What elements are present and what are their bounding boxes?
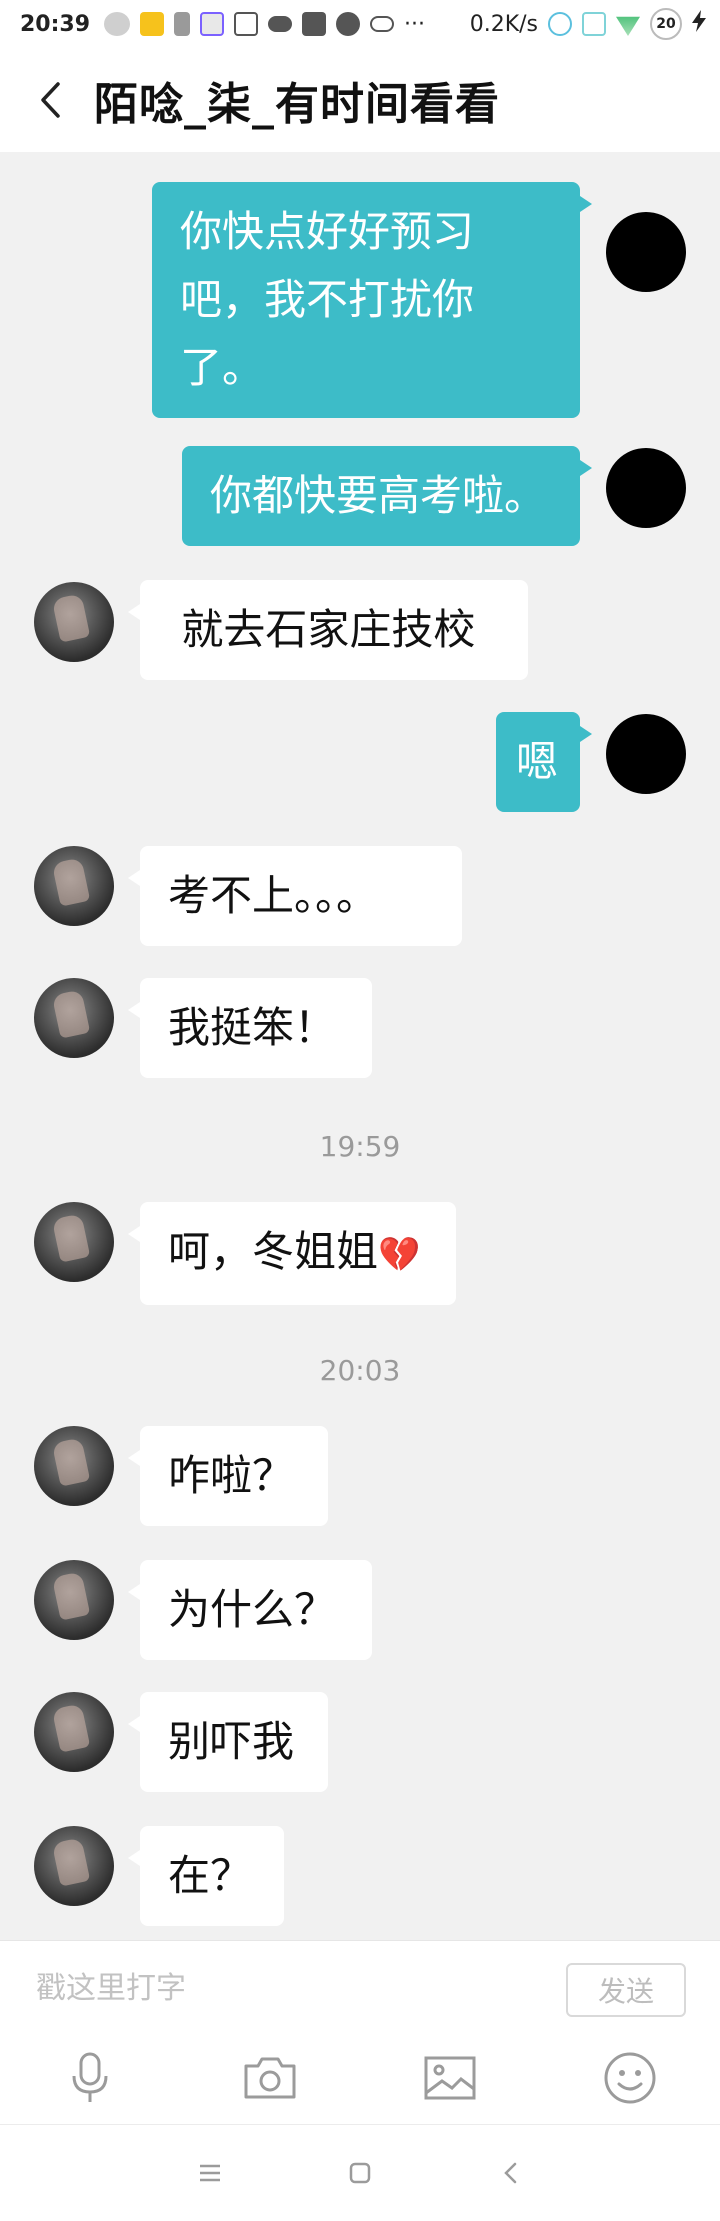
timestamp: 20:03 xyxy=(319,1354,401,1387)
archive-icon xyxy=(302,12,327,36)
message-bubble-received[interactable]: 呵，冬姐姐💔 xyxy=(128,1202,456,1305)
contact-avatar[interactable] xyxy=(34,1202,114,1282)
network-speed: 0.2K/s xyxy=(469,11,538,37)
message-bubble-sent[interactable]: 你快点好好预习吧，我不打扰你了。 xyxy=(152,182,592,418)
no-sim-icon xyxy=(582,12,606,36)
menu-icon[interactable] xyxy=(190,2153,230,2193)
battery-indicator: 20 xyxy=(650,8,682,40)
message-bubble-received[interactable]: 我挺笨！ xyxy=(128,978,372,1078)
wifi-icon xyxy=(616,16,640,36)
message-bubble-received[interactable]: 为什么？ xyxy=(128,1560,372,1660)
app-notification-icon xyxy=(140,12,165,36)
system-navigation-bar xyxy=(0,2124,720,2221)
play-store-icon xyxy=(200,12,225,36)
message-text: 呵，冬姐姐 xyxy=(168,1227,379,1276)
contact-avatar[interactable] xyxy=(34,1692,114,1772)
back-button[interactable] xyxy=(30,80,70,120)
contact-avatar[interactable] xyxy=(34,582,114,662)
status-right: 0.2K/s 20 xyxy=(470,8,706,40)
message-bubble-sent[interactable]: 嗯 xyxy=(496,712,592,812)
chat-title: 陌唸_柒_有时间看看 xyxy=(94,79,500,130)
message-list[interactable]: 你快点好好预习吧，我不打扰你了。 你都快要高考啦。 就去石家庄技校 嗯 考不上。… xyxy=(0,152,720,1940)
wechat-icon xyxy=(104,12,131,36)
message-bubble-sent[interactable]: 你都快要高考啦。 xyxy=(182,446,592,546)
send-button[interactable]: 发送 xyxy=(566,1963,686,2017)
chat-header: 陌唸_柒_有时间看看 xyxy=(0,48,720,152)
contact-avatar[interactable] xyxy=(34,846,114,926)
message-bubble-received[interactable]: 在？ xyxy=(128,1826,284,1926)
alarm-icon xyxy=(548,12,572,36)
check-circle-icon xyxy=(336,12,361,36)
camera-icon[interactable] xyxy=(238,2046,302,2110)
message-bubble-received[interactable]: 咋啦？ xyxy=(128,1426,328,1526)
status-bar: 20:39 ··· 0.2K/s 20 xyxy=(0,0,720,48)
message-input[interactable] xyxy=(34,1961,538,2015)
contact-avatar[interactable] xyxy=(34,1426,114,1506)
my-avatar[interactable] xyxy=(606,448,686,528)
message-bubble-received[interactable]: 就去石家庄技校 xyxy=(128,580,528,680)
contact-avatar[interactable] xyxy=(34,978,114,1058)
message-bubble-received[interactable]: 别吓我 xyxy=(128,1692,328,1792)
cloud-icon xyxy=(268,16,293,32)
contact-avatar[interactable] xyxy=(34,1560,114,1640)
emoji-icon[interactable] xyxy=(598,2046,662,2110)
timestamp: 19:59 xyxy=(319,1130,401,1163)
status-time: 20:39 xyxy=(20,11,91,37)
charging-icon xyxy=(692,10,706,38)
calendar-icon xyxy=(234,12,259,36)
microphone-icon[interactable] xyxy=(58,2046,122,2110)
back-nav-icon[interactable] xyxy=(490,2153,530,2193)
cloud-sync-icon xyxy=(370,16,395,32)
message-bubble-received[interactable]: 考不上。。。 xyxy=(128,846,462,946)
input-toolbar xyxy=(0,2032,720,2124)
my-avatar[interactable] xyxy=(606,714,686,794)
message-input-bar: 发送 xyxy=(0,1940,720,2033)
image-icon[interactable] xyxy=(418,2046,482,2110)
notification-icons: ··· xyxy=(104,12,425,37)
chevron-left-icon xyxy=(41,82,60,118)
broken-heart-icon: 💔 xyxy=(378,1235,421,1275)
trash-icon xyxy=(174,12,191,36)
my-avatar[interactable] xyxy=(606,212,686,292)
more-notifications-icon: ··· xyxy=(404,11,426,37)
home-icon[interactable] xyxy=(340,2153,380,2193)
contact-avatar[interactable] xyxy=(34,1826,114,1906)
